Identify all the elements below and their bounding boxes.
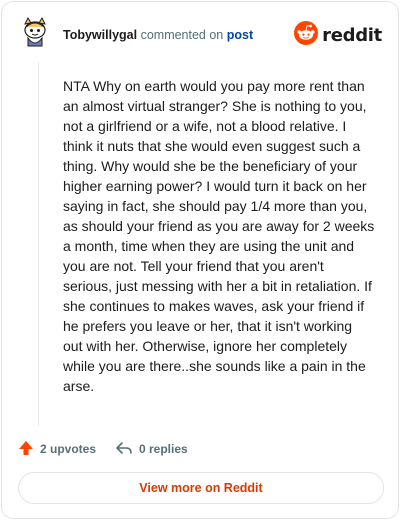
upvote-count: 2 upvotes — [40, 442, 97, 456]
comment-meta: Tobywillygal commented on post — [63, 28, 253, 42]
reddit-snoo-icon — [294, 20, 319, 50]
comment-text: NTA Why on earth would you pay more rent… — [63, 78, 375, 394]
reddit-wordmark: reddit — [322, 24, 382, 46]
post-link[interactable]: post — [227, 28, 253, 42]
reply-count: 0 replies — [139, 442, 188, 456]
upvote-button[interactable]: 2 upvotes — [18, 438, 96, 460]
embedded-comment-card: Tobywillygal commented on post reddit NT… — [1, 1, 399, 519]
commented-on-label: commented on — [140, 28, 224, 42]
reply-button[interactable]: 0 replies — [115, 438, 188, 460]
reply-arrow-icon — [115, 440, 133, 459]
thread-line — [38, 62, 39, 426]
comment-header: Tobywillygal commented on post reddit — [2, 2, 398, 62]
username-link[interactable]: Tobywillygal — [63, 28, 137, 42]
comment-actions: 2 upvotes 0 replies — [2, 438, 398, 460]
reddit-logo[interactable]: reddit — [294, 20, 382, 50]
view-more-on-reddit-button[interactable]: View more on Reddit — [18, 472, 384, 504]
upvote-arrow-icon — [18, 440, 34, 459]
snoo-avatar-icon[interactable] — [19, 16, 51, 48]
